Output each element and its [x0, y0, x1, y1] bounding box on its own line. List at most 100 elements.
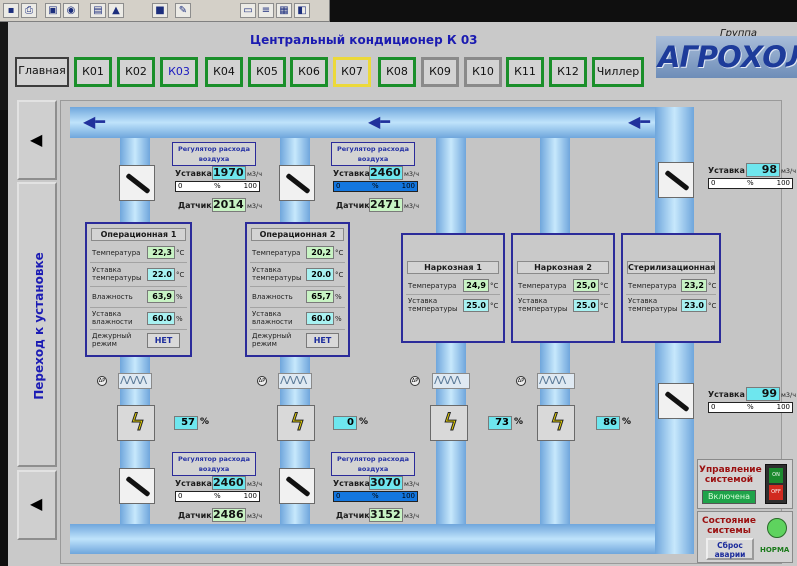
duty-mode-button[interactable]: НЕТ: [306, 333, 339, 348]
nav-k01-button[interactable]: К01: [74, 57, 112, 87]
page-title: Центральный кондиционер К 03: [250, 33, 478, 47]
nav-k02-button[interactable]: К02: [117, 57, 155, 87]
damper-icon[interactable]: [279, 468, 315, 504]
camera-icon[interactable]: ◉: [63, 3, 79, 18]
damper-icon[interactable]: [279, 165, 315, 201]
fan-lightning-icon[interactable]: ϟ: [277, 405, 315, 441]
prev-unit-button[interactable]: ◀: [17, 100, 57, 180]
temperature-setpoint-value[interactable]: 22.0: [147, 268, 175, 281]
save-icon[interactable]: ▪: [3, 3, 19, 18]
unit-label: °C: [600, 282, 609, 290]
window-icon[interactable]: ▭: [240, 3, 256, 18]
airflow-setpoint-value[interactable]: 98: [746, 163, 780, 177]
airflow-setpoint-value[interactable]: 2460: [212, 476, 246, 490]
room-title: Наркозная 2: [517, 261, 609, 274]
chart-icon[interactable]: ▤: [90, 3, 106, 18]
temperature-setpoint-value[interactable]: 25.0: [463, 299, 489, 312]
nav-k12-button[interactable]: К12: [549, 57, 587, 87]
temperature-setpoint-label: Уставка температуры: [628, 297, 678, 313]
temperature-setpoint-value[interactable]: 25.0: [573, 299, 599, 312]
setpoint-label: Уставка: [708, 166, 745, 175]
pressure-sensor-icon: ΔP: [516, 376, 526, 386]
unit-label: %: [622, 417, 632, 427]
damper-icon[interactable]: [119, 165, 155, 201]
damper-icon[interactable]: [119, 468, 155, 504]
flow-arrow-left-icon: ◀━: [83, 112, 105, 131]
layout-icon[interactable]: ◧: [294, 3, 310, 18]
print-icon[interactable]: ⎙: [21, 3, 37, 18]
unit-label: %: [335, 293, 342, 301]
temperature-label: Температура: [92, 249, 141, 257]
temperature-label: Температура: [628, 282, 677, 290]
duty-mode-button[interactable]: НЕТ: [147, 333, 180, 348]
nav-k08-button[interactable]: К08: [378, 57, 416, 87]
edit-icon[interactable]: ✎: [175, 3, 191, 18]
nav-k05-button[interactable]: К05: [248, 57, 286, 87]
triangle-left-icon: ◀: [30, 130, 43, 149]
nav-k10-button[interactable]: К10: [464, 57, 502, 87]
list-icon[interactable]: ≡: [258, 3, 274, 18]
unit-label: м3/ч: [247, 480, 263, 488]
damper-position-bar: 0% 100: [175, 181, 260, 192]
airflow-setpoint-value[interactable]: 1970: [212, 166, 246, 180]
regulator-title: Регулятор расхода воздуха: [331, 142, 415, 166]
next-unit-button[interactable]: ◀: [17, 470, 57, 540]
power-switch[interactable]: ON OFF: [765, 464, 787, 504]
stop-icon[interactable]: ■: [152, 3, 168, 18]
room-operating-1: Операционная 1 Температура 22,3 °C Устав…: [85, 222, 192, 357]
nav-k06-button[interactable]: К06: [290, 57, 328, 87]
nav-home-button[interactable]: Главная: [15, 57, 69, 87]
preview-icon[interactable]: ▣: [45, 3, 61, 18]
unit-label: °C: [335, 249, 344, 257]
divider: [90, 286, 187, 287]
status-norm-label: НОРМА: [760, 546, 790, 554]
airflow-setpoint-value[interactable]: 2460: [369, 166, 403, 180]
airflow-sensor-value: 2014: [212, 198, 246, 212]
airflow-setpoint-value[interactable]: 99: [746, 387, 780, 401]
pressure-sensor-icon: ΔP: [410, 376, 420, 386]
system-status-indicator: Включена: [702, 490, 756, 504]
temperature-setpoint-value[interactable]: 23.0: [681, 299, 707, 312]
unit-label: м3/ч: [404, 170, 420, 178]
go-to-unit-panel[interactable]: Переход к установке: [17, 182, 57, 467]
filter-icon: ΛΛΛΛ: [118, 373, 152, 389]
filter-icon: ΛΛΛΛ: [537, 373, 575, 389]
fan-lightning-icon[interactable]: ϟ: [430, 405, 468, 441]
room-title: Операционная 2: [251, 228, 344, 241]
fan-lightning-icon[interactable]: ϟ: [117, 405, 155, 441]
alarm-icon[interactable]: ▲: [108, 3, 124, 18]
damper-position-bar: 0% 100: [333, 491, 418, 502]
nav-k04-button[interactable]: К04: [205, 57, 243, 87]
off-button[interactable]: OFF: [769, 485, 783, 500]
room-sterilization: Стерилизационная Температура 23,2 °C Уст…: [621, 233, 721, 343]
grid-icon[interactable]: ▦: [276, 3, 292, 18]
unit-label: %: [176, 293, 183, 301]
setpoint-label: Уставка: [333, 479, 370, 488]
humidity-setpoint-value[interactable]: 60.0: [306, 312, 334, 325]
unit-label: °C: [708, 302, 717, 310]
humidity-setpoint-label: Уставка влажности: [252, 310, 293, 326]
damper-icon[interactable]: [658, 162, 694, 198]
nav-k09-button[interactable]: К09: [421, 57, 459, 87]
nav-k07-button[interactable]: К07: [333, 57, 371, 87]
unit-label: °C: [600, 302, 609, 310]
temperature-setpoint-label: Уставка температуры: [518, 297, 568, 313]
regulator-title: Регулятор расхода воздуха: [172, 142, 256, 166]
temperature-setpoint-value[interactable]: 20.0: [306, 268, 334, 281]
divider: [250, 262, 345, 263]
airflow-setpoint-value[interactable]: 3070: [369, 476, 403, 490]
temperature-value: 22,3: [147, 246, 175, 259]
on-button[interactable]: ON: [769, 468, 783, 483]
sensor-label: Датчик: [336, 201, 370, 210]
reset-alarm-button[interactable]: Сброс аварии: [706, 538, 754, 560]
damper-position-bar: 0% 100: [333, 181, 418, 192]
humidity-value: 65,7: [306, 290, 334, 303]
humidity-setpoint-value[interactable]: 60.0: [147, 312, 175, 325]
nav-chiller-button[interactable]: Чиллер: [592, 57, 644, 87]
damper-icon[interactable]: [658, 383, 694, 419]
nav-k11-button[interactable]: К11: [506, 57, 544, 87]
fan-lightning-icon[interactable]: ϟ: [537, 405, 575, 441]
nav-k03-button[interactable]: К03: [160, 57, 198, 87]
unit-label: °C: [490, 282, 499, 290]
room-title: Операционная 1: [91, 228, 186, 241]
